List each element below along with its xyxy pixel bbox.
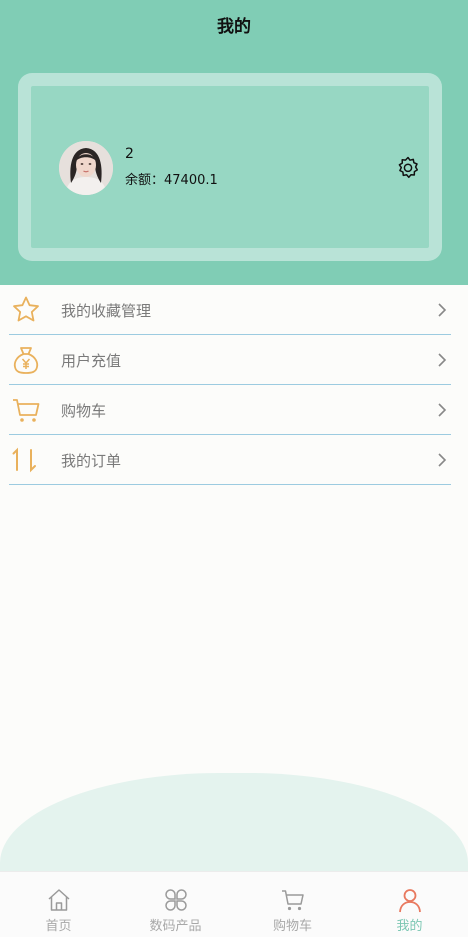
cart-icon xyxy=(13,399,40,422)
page-title: 我的 xyxy=(217,17,251,37)
chevron-right-icon xyxy=(438,403,447,417)
balance-text: 余额：47400.1 xyxy=(125,173,218,188)
tab-label: 首页 xyxy=(45,919,72,934)
menu-item-orders[interactable]: 我的订单 xyxy=(9,435,451,485)
chevron-right-icon xyxy=(438,453,447,467)
profile-page: 我的 2 余额：47400.1 我的收藏管理 用户充值 购物车 我的订单 首页 … xyxy=(0,0,468,937)
tab-cart[interactable]: 购物车 xyxy=(234,872,351,937)
header-area: 我的 2 余额：47400.1 xyxy=(0,0,468,285)
order-arrows-icon xyxy=(12,447,36,473)
tab-profile[interactable]: 我的 xyxy=(351,872,468,937)
menu-item-label: 购物车 xyxy=(61,402,107,420)
bottom-tab-bar: 首页 数码产品 购物车 我的 xyxy=(0,871,468,937)
products-icon xyxy=(164,889,187,911)
username: 2 xyxy=(125,146,134,162)
chevron-right-icon xyxy=(438,353,447,367)
tab-label: 购物车 xyxy=(272,919,312,934)
decorative-arc xyxy=(0,773,468,883)
star-icon xyxy=(13,296,39,322)
cart-icon xyxy=(281,890,304,911)
menu-item-favorites[interactable]: 我的收藏管理 xyxy=(9,285,451,335)
menu-item-recharge[interactable]: 用户充值 xyxy=(9,335,451,385)
menu-item-label: 用户充值 xyxy=(61,352,122,370)
avatar-image xyxy=(59,141,113,195)
menu-item-label: 我的订单 xyxy=(61,452,122,470)
gear-icon xyxy=(398,156,419,179)
tab-home[interactable]: 首页 xyxy=(0,872,117,937)
home-icon xyxy=(47,889,70,911)
user-icon xyxy=(398,889,421,913)
avatar[interactable] xyxy=(59,141,113,195)
menu-list: 我的收藏管理 用户充值 购物车 我的订单 xyxy=(9,285,451,485)
menu-item-cart[interactable]: 购物车 xyxy=(9,385,451,435)
menu-item-label: 我的收藏管理 xyxy=(61,302,152,320)
settings-button[interactable] xyxy=(395,155,421,181)
tab-products[interactable]: 数码产品 xyxy=(117,872,234,937)
money-bag-icon xyxy=(13,347,39,374)
chevron-right-icon xyxy=(438,303,447,317)
tab-label: 我的 xyxy=(396,919,423,934)
tab-label: 数码产品 xyxy=(149,919,202,934)
